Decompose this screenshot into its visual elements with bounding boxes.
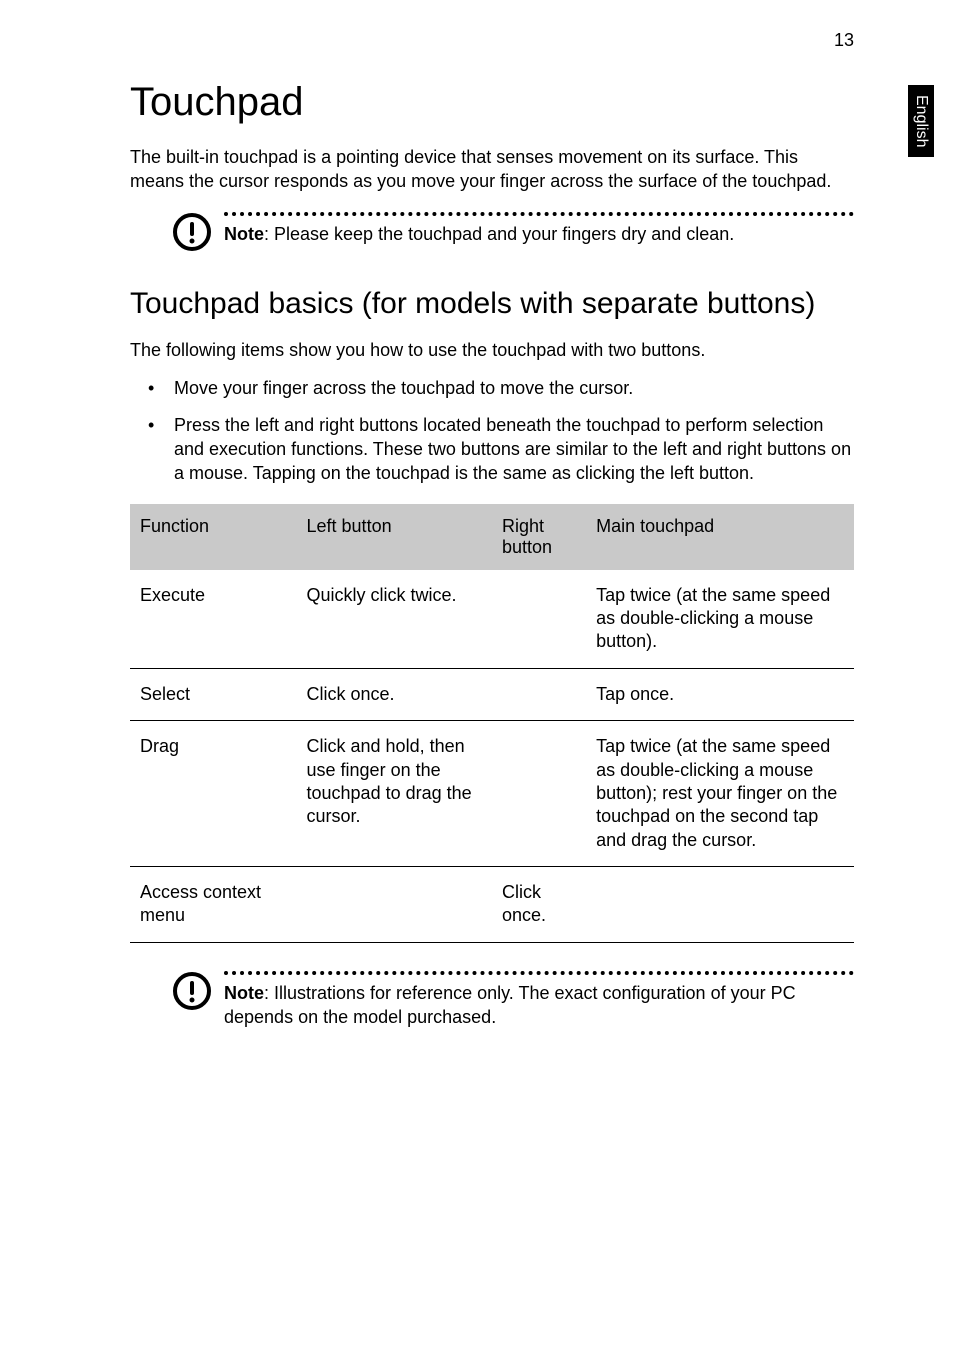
table-cell	[297, 867, 492, 943]
bullet-list: Move your finger across the touchpad to …	[130, 376, 854, 485]
table-row: Execute Quickly click twice. Tap twice (…	[130, 570, 854, 669]
table-cell: Quickly click twice.	[297, 570, 492, 669]
table-cell: Tap twice (at the same speed as double-c…	[586, 721, 854, 867]
function-table: Function Left button Right button Main t…	[130, 504, 854, 943]
table-cell	[492, 570, 586, 669]
table-header: Right button	[492, 504, 586, 570]
table-cell: Click once.	[297, 668, 492, 720]
note-text-2: Note: Illustrations for reference only. …	[224, 981, 854, 1030]
table-cell: Tap once.	[586, 668, 854, 720]
note-body-2: : Illustrations for reference only. The …	[224, 983, 796, 1027]
table-cell: Select	[130, 668, 297, 720]
table-cell: Click once.	[492, 867, 586, 943]
section-intro: The following items show you how to use …	[130, 338, 854, 362]
list-item: Move your finger across the touchpad to …	[130, 376, 854, 400]
info-icon	[170, 971, 214, 1020]
info-icon	[170, 212, 214, 261]
note-text-1: Note: Please keep the touchpad and your …	[224, 222, 854, 246]
table-header: Main touchpad	[586, 504, 854, 570]
table-cell: Click and hold, then use finger on the t…	[297, 721, 492, 867]
note-label-1: Note	[224, 224, 264, 244]
page-number: 13	[834, 30, 854, 51]
table-cell	[586, 867, 854, 943]
section-heading: Touchpad basics (for models with separat…	[130, 285, 854, 323]
note-body-1: : Please keep the touchpad and your fing…	[264, 224, 734, 244]
note-label-2: Note	[224, 983, 264, 1003]
page-content: Touchpad The built-in touchpad is a poin…	[0, 0, 954, 1093]
table-row: Select Click once. Tap once.	[130, 668, 854, 720]
language-tab: English	[908, 85, 934, 157]
table-header: Function	[130, 504, 297, 570]
page-title: Touchpad	[130, 80, 854, 125]
dotted-divider	[224, 212, 854, 216]
note-block-1: Note: Please keep the touchpad and your …	[170, 212, 854, 261]
table-row: Drag Click and hold, then use finger on …	[130, 721, 854, 867]
table-cell	[492, 668, 586, 720]
table-cell: Tap twice (at the same speed as double-c…	[586, 570, 854, 669]
table-header: Left button	[297, 504, 492, 570]
intro-paragraph: The built-in touchpad is a pointing devi…	[130, 145, 854, 194]
table-cell: Drag	[130, 721, 297, 867]
table-cell: Execute	[130, 570, 297, 669]
list-item: Press the left and right buttons located…	[130, 413, 854, 486]
table-row: Access context menu Click once.	[130, 867, 854, 943]
table-cell	[492, 721, 586, 867]
table-cell: Access context menu	[130, 867, 297, 943]
note-block-2: Note: Illustrations for reference only. …	[170, 971, 854, 1030]
table-header-row: Function Left button Right button Main t…	[130, 504, 854, 570]
dotted-divider	[224, 971, 854, 975]
